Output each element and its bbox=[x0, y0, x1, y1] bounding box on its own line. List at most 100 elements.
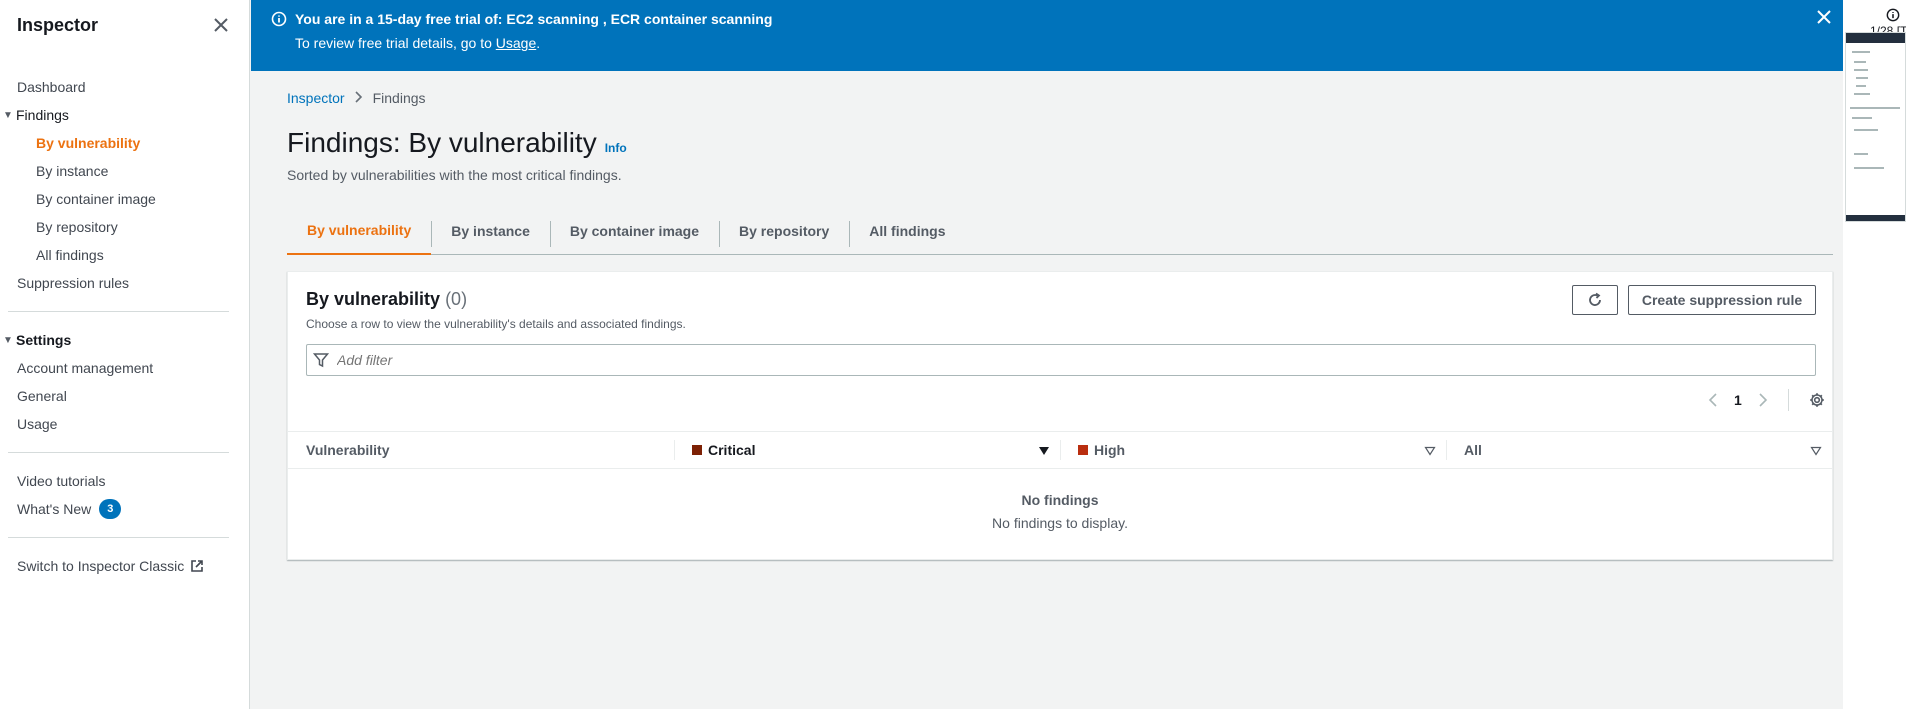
sidebar-item-whats-new[interactable]: What's New 3 bbox=[0, 495, 249, 523]
main-content: Inspector Findings Findings: By vulnerab… bbox=[251, 71, 1871, 709]
divider bbox=[8, 311, 229, 312]
thumbnail-line bbox=[1852, 51, 1870, 53]
dismiss-banner-button[interactable] bbox=[1817, 10, 1831, 29]
notification-badge: 3 bbox=[99, 499, 122, 519]
table-preferences-button[interactable] bbox=[1809, 392, 1825, 408]
panel-subtitle: Choose a row to view the vulnerability's… bbox=[306, 317, 686, 331]
page-title-text: Findings: By vulnerability bbox=[287, 127, 597, 158]
sidebar-item-general[interactable]: General bbox=[0, 382, 249, 410]
column-label: Vulnerability bbox=[306, 442, 390, 458]
sidebar-header: Inspector bbox=[0, 0, 249, 50]
thumbnail-line bbox=[1856, 77, 1868, 79]
external-link-icon bbox=[190, 559, 204, 573]
thumbnail-header bbox=[1846, 33, 1905, 43]
empty-state-subtitle: No findings to display. bbox=[992, 515, 1128, 531]
sidebar-item-video-tutorials[interactable]: Video tutorials bbox=[0, 467, 249, 495]
sort-icon bbox=[1424, 443, 1436, 459]
caret-down-icon: ▼ bbox=[3, 109, 13, 121]
panel-title-text: By vulnerability bbox=[306, 289, 441, 309]
chevron-left-icon bbox=[1708, 393, 1717, 407]
critical-severity-icon bbox=[692, 445, 702, 455]
column-label: Critical bbox=[708, 442, 756, 458]
thumbnail-line bbox=[1854, 69, 1868, 71]
pagination: 1 bbox=[1708, 389, 1825, 411]
next-page-button[interactable] bbox=[1758, 393, 1768, 407]
thumbnail-footer bbox=[1846, 215, 1905, 221]
divider bbox=[1787, 389, 1789, 411]
thumbnail-line bbox=[1854, 167, 1884, 169]
thumbnail-line bbox=[1850, 107, 1900, 109]
previous-page-button[interactable] bbox=[1708, 393, 1718, 407]
whats-new-label: What's New bbox=[17, 501, 92, 517]
sidebar-item-switch-classic[interactable]: Switch to Inspector Classic bbox=[0, 552, 249, 580]
panel-title: By vulnerability (0) bbox=[306, 289, 686, 310]
column-header-critical[interactable]: Critical bbox=[674, 432, 1060, 468]
thumbnail-line bbox=[1854, 93, 1870, 95]
column-header-vulnerability[interactable]: Vulnerability bbox=[288, 432, 674, 468]
column-label: High bbox=[1094, 442, 1126, 458]
empty-state-title: No findings bbox=[1021, 492, 1099, 508]
panel-count: (0) bbox=[445, 289, 468, 309]
vulnerability-table-panel: By vulnerability (0) Choose a row to vie… bbox=[287, 271, 1833, 560]
breadcrumb-inspector-link[interactable]: Inspector bbox=[287, 90, 345, 106]
tab-by-vulnerability[interactable]: By vulnerability bbox=[287, 207, 432, 255]
close-navigation-button[interactable] bbox=[211, 15, 231, 35]
filter-bar[interactable] bbox=[306, 344, 1816, 376]
sidebar-section-label: Settings bbox=[16, 332, 72, 348]
sort-icon bbox=[1810, 443, 1822, 459]
thumbnail-line bbox=[1852, 117, 1872, 119]
close-icon bbox=[214, 18, 228, 32]
divider bbox=[8, 537, 229, 538]
refresh-button[interactable] bbox=[1572, 285, 1618, 315]
usage-link[interactable]: Usage bbox=[496, 35, 536, 51]
sidebar-item-by-container-image[interactable]: By container image bbox=[0, 185, 249, 213]
create-suppression-rule-button[interactable]: Create suppression rule bbox=[1628, 285, 1816, 315]
table-header: Vulnerability Critical High All bbox=[288, 431, 1832, 469]
refresh-icon bbox=[1589, 292, 1601, 306]
sidebar-section-findings[interactable]: ▼ Findings bbox=[0, 101, 249, 129]
caret-down-icon: ▼ bbox=[3, 334, 13, 346]
info-circle-icon bbox=[271, 11, 287, 27]
sidebar-title[interactable]: Inspector bbox=[17, 15, 98, 36]
thumbnail-line bbox=[1854, 153, 1868, 155]
sort-descending-icon bbox=[1038, 443, 1050, 459]
column-header-high[interactable]: High bbox=[1060, 432, 1446, 468]
side-navigation: Inspector Dashboard ▼ Findings By vulner… bbox=[0, 0, 250, 709]
banner-details: To review free trial details, go to Usag… bbox=[263, 35, 1831, 51]
sidebar-section-label: Findings bbox=[16, 107, 69, 123]
page-description: Sorted by vulnerabilities with the most … bbox=[287, 167, 622, 183]
sidebar-item-dashboard[interactable]: Dashboard bbox=[0, 73, 249, 101]
sidebar-list: Dashboard ▼ Findings By vulnerability By… bbox=[0, 50, 249, 580]
switch-classic-label: Switch to Inspector Classic bbox=[17, 558, 185, 574]
filter-input[interactable] bbox=[337, 352, 1797, 368]
free-trial-banner: You are in a 15-day free trial of: EC2 s… bbox=[251, 0, 1843, 71]
sidebar-item-suppression-rules[interactable]: Suppression rules bbox=[0, 269, 249, 297]
tab-by-repository[interactable]: By repository bbox=[719, 207, 849, 255]
sidebar-item-by-repository[interactable]: By repository bbox=[0, 213, 249, 241]
gear-icon bbox=[1809, 393, 1824, 407]
sidebar-item-by-vulnerability[interactable]: By vulnerability bbox=[0, 129, 249, 157]
panel-header: By vulnerability (0) Choose a row to vie… bbox=[306, 289, 686, 331]
breadcrumb-current: Findings bbox=[372, 90, 426, 106]
page-thumbnail[interactable] bbox=[1845, 32, 1906, 222]
tab-by-instance[interactable]: By instance bbox=[431, 207, 550, 255]
page-number[interactable]: 1 bbox=[1734, 392, 1742, 408]
findings-tabs: By vulnerability By instance By containe… bbox=[287, 207, 1833, 255]
sidebar-item-account-management[interactable]: Account management bbox=[0, 354, 249, 382]
banner-message: You are in a 15-day free trial of: EC2 s… bbox=[295, 11, 773, 27]
high-severity-icon bbox=[1078, 445, 1088, 455]
tab-by-container-image[interactable]: By container image bbox=[549, 207, 719, 255]
sidebar-item-usage[interactable]: Usage bbox=[0, 410, 249, 438]
chevron-right-icon bbox=[355, 90, 363, 106]
close-icon bbox=[1817, 10, 1831, 24]
thumbnail-line bbox=[1854, 61, 1866, 63]
column-header-all[interactable]: All bbox=[1446, 432, 1832, 468]
banner-details-suffix: . bbox=[536, 35, 541, 51]
info-link[interactable]: Info bbox=[605, 141, 627, 155]
filter-icon bbox=[313, 353, 329, 368]
sidebar-item-all-findings[interactable]: All findings bbox=[0, 241, 249, 269]
sidebar-item-by-instance[interactable]: By instance bbox=[0, 157, 249, 185]
banner-details-text: To review free trial details, go to bbox=[295, 35, 496, 51]
sidebar-section-settings[interactable]: ▼ Settings bbox=[0, 326, 249, 354]
tab-all-findings[interactable]: All findings bbox=[849, 207, 965, 255]
